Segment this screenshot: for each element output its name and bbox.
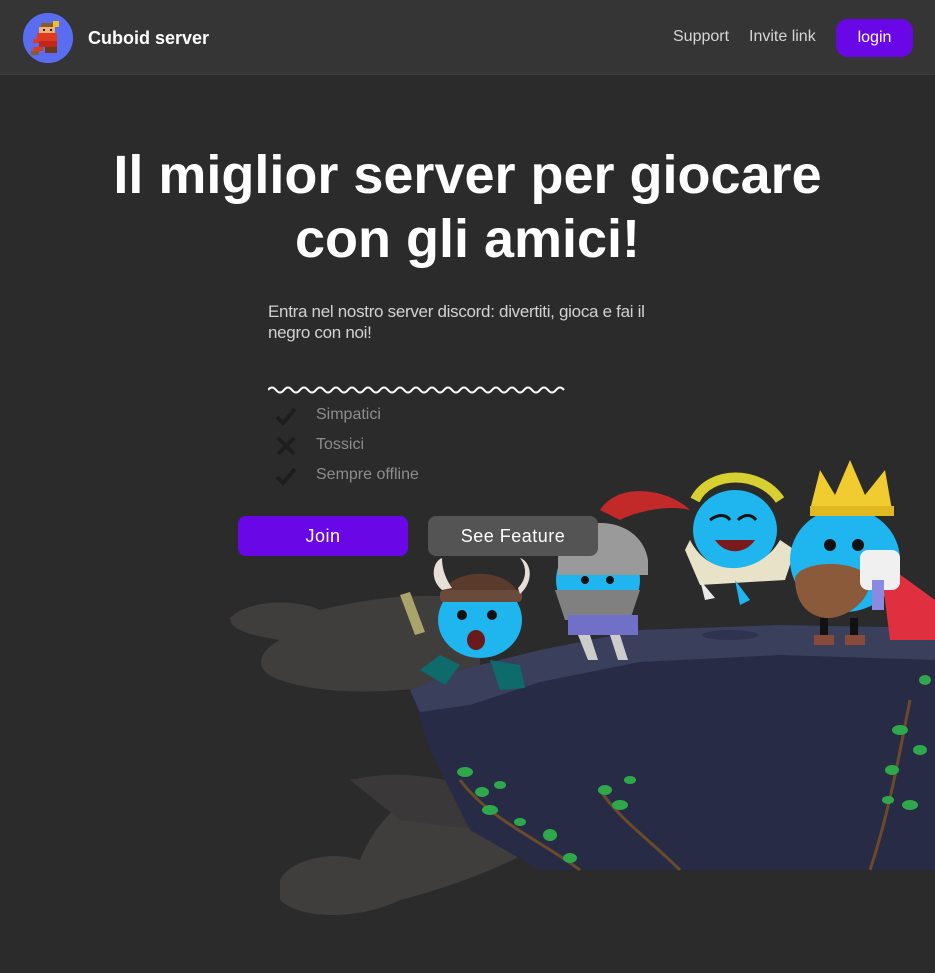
feature-item-sempre-offline: Sempre offline	[275, 463, 475, 487]
feature-item-simpatici: Simpatici	[275, 403, 475, 427]
navbar: Cuboid server Support Invite link login	[0, 0, 935, 75]
nav-link-invite[interactable]: Invite link	[749, 28, 816, 46]
feature-label: Tossici	[316, 436, 365, 453]
hero-title-line1: Il miglior server per giocare	[113, 145, 822, 205]
hero-title-line2: con gli amici!	[294, 209, 641, 269]
check-icon	[275, 467, 297, 486]
feature-label: Sempre offline	[316, 466, 419, 483]
hero-title: Il miglior server per giocare con gli am…	[0, 143, 935, 271]
see-feature-button[interactable]: See Feature	[428, 516, 598, 556]
login-button[interactable]: login	[836, 19, 913, 57]
server-avatar-icon[interactable]	[23, 13, 73, 63]
feature-label: Simpatici	[316, 406, 381, 423]
hero-subtitle: Entra nel nostro server discord: diverti…	[268, 302, 645, 342]
feature-item-tossici: Tossici	[275, 433, 475, 457]
check-icon	[275, 407, 297, 426]
squiggle-divider	[268, 386, 565, 394]
brand-name[interactable]: Cuboid server	[88, 28, 209, 49]
join-button[interactable]: Join	[238, 516, 408, 556]
nav-link-support[interactable]: Support	[673, 28, 729, 46]
x-icon	[276, 436, 296, 456]
